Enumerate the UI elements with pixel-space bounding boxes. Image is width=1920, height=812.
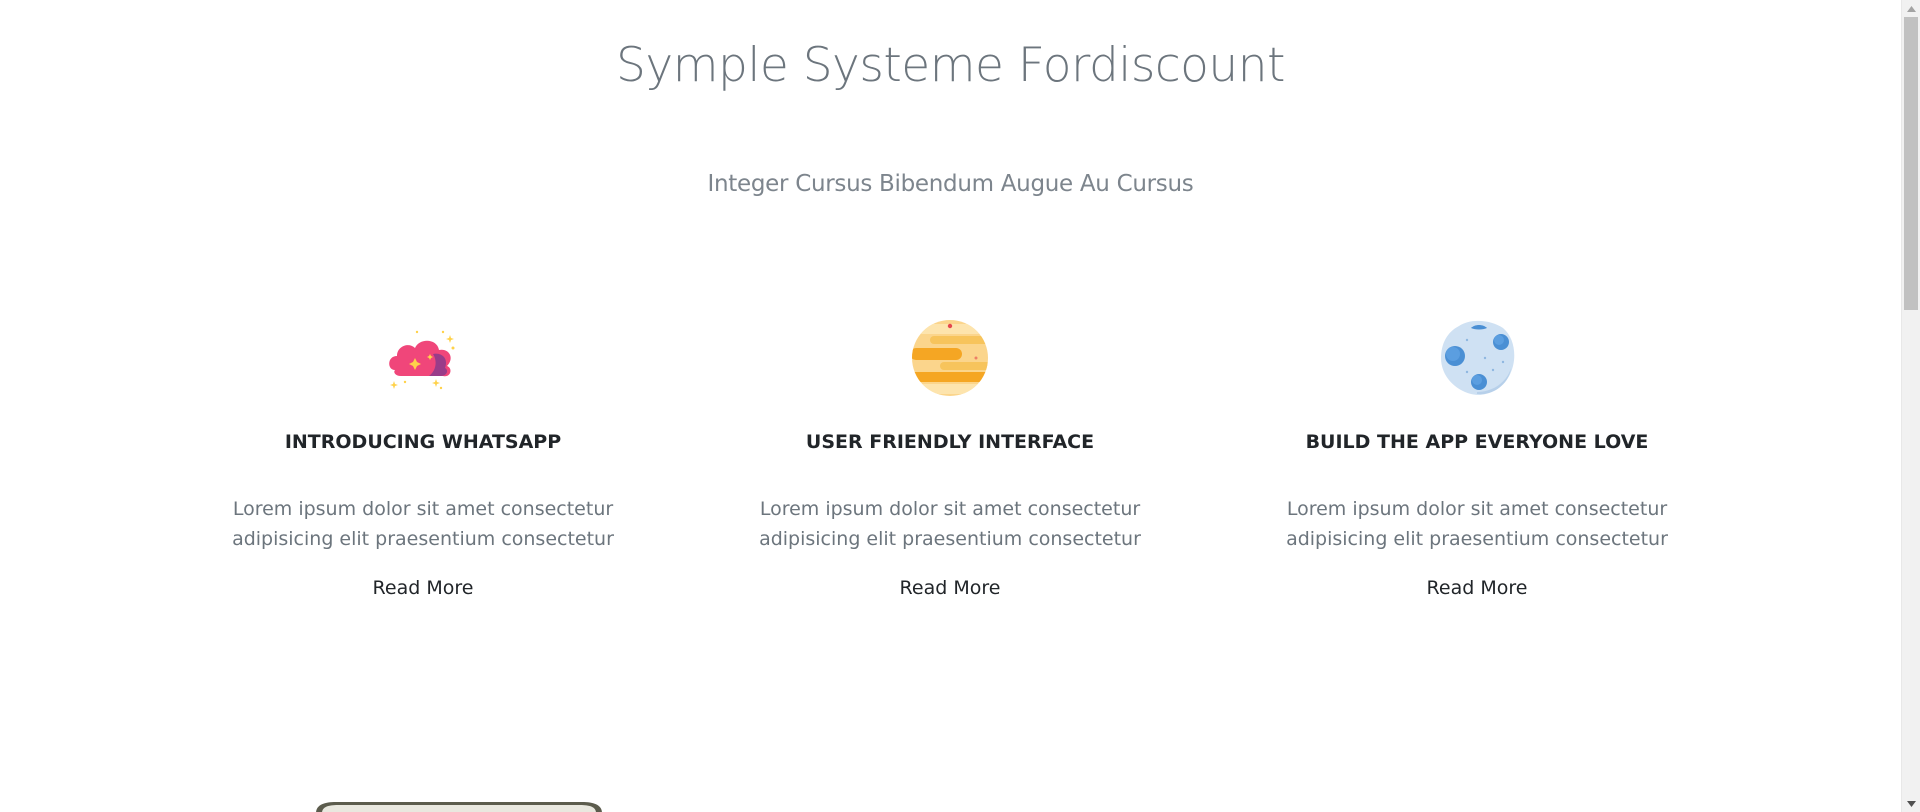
scroll-down-arrow-icon[interactable] [1902, 795, 1920, 812]
read-more-link[interactable]: Read More [1242, 575, 1712, 601]
feature-title: INTRODUCING WHATSAPP [284, 431, 562, 453]
page-subtitle: Integer Cursus Bibendum Augue Au Cursus [707, 171, 1194, 197]
planet-icon [910, 318, 990, 398]
scrollbar-thumb[interactable] [1904, 17, 1918, 310]
page: Symple Systeme Fordiscount Integer Cursu… [0, 0, 1920, 812]
feature-description: Lorem ipsum dolor sit amet consectetur a… [759, 498, 1141, 550]
read-more-link[interactable]: Read More [715, 575, 1185, 601]
vertical-scrollbar[interactable] [1901, 0, 1920, 812]
device-image-partial [286, 800, 632, 812]
nebula-cloud-icon [383, 318, 463, 398]
feature-description: Lorem ipsum dolor sit amet consectetur a… [232, 498, 614, 550]
moon-icon [1437, 318, 1517, 398]
feature-title: BUILD THE APP EVERYONE LOVE [1305, 431, 1649, 453]
page-title: Symple Systeme Fordiscount [616, 38, 1285, 93]
feature-description: Lorem ipsum dolor sit amet consectetur a… [1286, 498, 1668, 550]
main-content: Symple Systeme Fordiscount Integer Cursu… [0, 0, 1901, 812]
scroll-up-arrow-icon[interactable] [1902, 0, 1920, 17]
read-more-link[interactable]: Read More [188, 575, 658, 601]
feature-title: USER FRIENDLY INTERFACE [805, 431, 1095, 453]
